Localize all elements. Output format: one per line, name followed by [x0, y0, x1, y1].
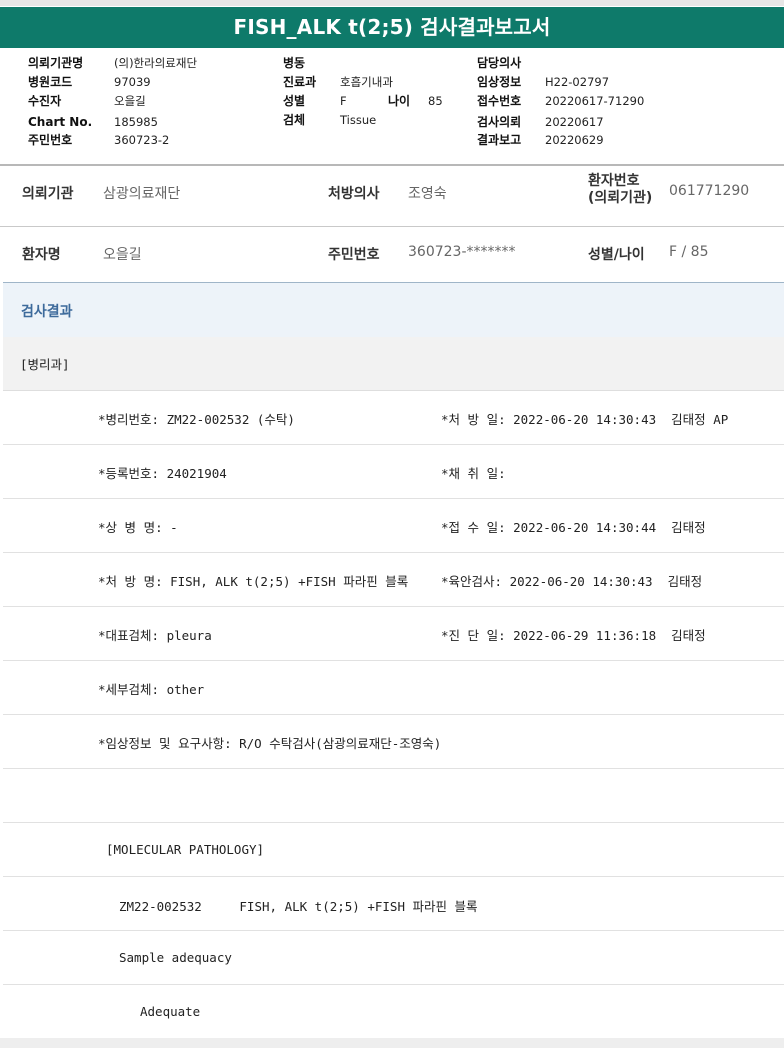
result-row: *상 병 명: - *접 수 일: 2022-06-20 14:30:44 김태… [3, 499, 784, 553]
result-row: *처 방 명: FISH, ALK t(2;5) +FISH 파라핀 블록 *육… [3, 553, 784, 607]
header-label: 담당의사 [477, 56, 522, 70]
result-row: *세부검체: other [3, 661, 784, 715]
age-value: 85 [428, 94, 443, 108]
result-left: *대표검체: pleura [98, 628, 212, 643]
result-left: *병리번호: ZM22-002532 (수탁) [98, 412, 295, 427]
result-right: *육안검사: 2022-06-20 14:30:43 김태정 [441, 574, 703, 589]
header-label: 접수번호 [477, 94, 522, 108]
header-divider [0, 164, 784, 166]
molecular-line-row: ZM22-002532 FISH, ALK t(2;5) +FISH 파라핀 블… [3, 877, 784, 931]
name-value: 오을길 [103, 247, 142, 263]
header-value: Tissue [340, 113, 377, 127]
header-label: 수진자 [28, 94, 62, 108]
header-value: 20220617-71290 [545, 94, 645, 108]
molecular-title-row: [MOLECULAR PATHOLOGY] [3, 823, 784, 877]
header-label: 병동 [283, 56, 306, 70]
department-row: [병리과] [3, 337, 784, 391]
result-right: *채 취 일: [441, 466, 506, 481]
department-label: [병리과] [20, 357, 70, 372]
result-right: *처 방 일: 2022-06-20 14:30:43 김태정 AP [441, 412, 729, 427]
blank-row [3, 769, 784, 823]
institution-label: 의뢰기관 [22, 186, 74, 202]
header-label: 진료과 [283, 75, 317, 89]
rrn-label: 주민번호 [328, 247, 380, 263]
sample-adequacy-value: Adequate [140, 1004, 201, 1019]
sample-adequacy-value-row: Adequate [3, 985, 784, 1039]
results-section-header: 검사결과 [3, 282, 784, 337]
sample-adequacy-row: Sample adequacy [3, 931, 784, 985]
result-left: *상 병 명: - [98, 520, 178, 535]
header-label: 임상정보 [477, 75, 522, 89]
header-value: F [340, 94, 347, 108]
header-value: 호흡기내과 [340, 75, 393, 89]
bottom-edge [0, 1038, 784, 1048]
top-edge [0, 0, 784, 6]
sample-adequacy-label: Sample adequacy [119, 950, 232, 965]
patient-no-label: 환자번호 [588, 173, 640, 189]
header-label: 검사의뢰 [477, 115, 522, 129]
doctor-value: 조영숙 [408, 186, 447, 202]
header-value: H22-02797 [545, 75, 610, 89]
institution-value: 삼광의료재단 [103, 186, 181, 202]
result-row: *임상정보 및 요구사항: R/O 수탁검사(삼광의료재단-조영숙) [3, 715, 784, 769]
result-left: *처 방 명: FISH, ALK t(2;5) +FISH 파라핀 블록 [98, 574, 409, 589]
result-left: *등록번호: 24021904 [98, 466, 227, 481]
header-value: 20220617 [545, 115, 604, 129]
header-label: 주민번호 [28, 133, 73, 147]
sexage-value: F / 85 [669, 244, 709, 260]
header-label: 검체 [283, 113, 306, 127]
patient-no-sublabel: (의뢰기관) [588, 190, 653, 206]
sexage-label: 성별/나이 [588, 247, 645, 263]
result-row: *대표검체: pleura *진 단 일: 2022-06-29 11:36:1… [3, 607, 784, 661]
age-label: 나이 [388, 94, 411, 108]
header-label: 의뢰기관명 [28, 56, 84, 70]
result-left: *임상정보 및 요구사항: R/O 수탁검사(삼광의료재단-조영숙) [98, 736, 442, 751]
patient-no-value: 061771290 [669, 183, 750, 199]
report-header: 의뢰기관명 (의)한라의료재단 병동 담당의사 병원코드 97039 진료과 호… [0, 54, 784, 159]
header-value: 20220629 [545, 133, 604, 147]
result-left: *세부검체: other [98, 682, 205, 697]
name-label: 환자명 [22, 247, 61, 263]
header-value: 97039 [114, 75, 151, 89]
molecular-line: ZM22-002532 FISH, ALK t(2;5) +FISH 파라핀 블… [119, 899, 478, 914]
result-right: *진 단 일: 2022-06-29 11:36:18 김태정 [441, 628, 706, 643]
result-row: *등록번호: 24021904 *채 취 일: [3, 445, 784, 499]
doctor-label: 처방의사 [328, 186, 380, 202]
header-label: 성별 [283, 94, 306, 108]
result-row: *병리번호: ZM22-002532 (수탁) *처 방 일: 2022-06-… [3, 391, 784, 445]
header-value: 360723-2 [114, 133, 170, 147]
results-section-title: 검사결과 [21, 304, 73, 320]
result-right: *접 수 일: 2022-06-20 14:30:44 김태정 [441, 520, 706, 535]
patient-info-row-1: 의뢰기관 삼광의료재단 처방의사 조영숙 환자번호 (의뢰기관) 0617712… [0, 168, 784, 226]
header-value: 오을길 [114, 94, 146, 108]
header-label: Chart No. [28, 115, 93, 129]
patient-info-row-2: 환자명 오을길 주민번호 360723-******* 성별/나이 F / 85 [0, 227, 784, 281]
header-label: 결과보고 [477, 133, 522, 147]
header-value: (의)한라의료재단 [114, 56, 198, 70]
header-value: 185985 [114, 115, 158, 129]
rrn-value: 360723-******* [408, 244, 516, 260]
molecular-title: [MOLECULAR PATHOLOGY] [106, 842, 265, 857]
header-label: 병원코드 [28, 75, 73, 89]
report-title: FISH_ALK t(2;5) 검사결과보고서 [0, 7, 784, 48]
